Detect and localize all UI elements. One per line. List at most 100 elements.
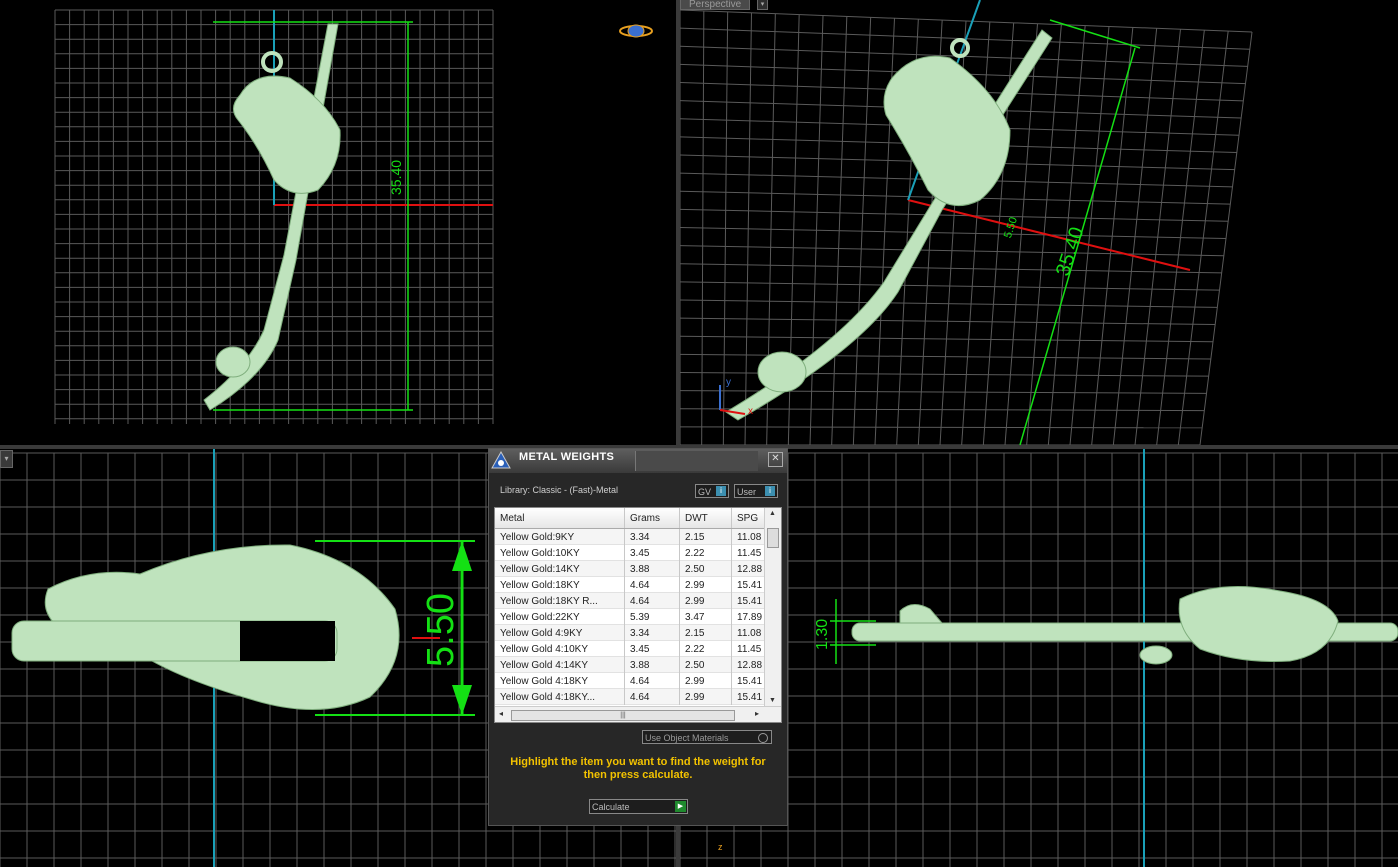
glove <box>1178 586 1339 662</box>
table-body: Yellow Gold:9KY 3.34 2.15 11.08 Yellow Gold:… <box>495 529 772 705</box>
table-cell: 2.15 <box>680 529 732 545</box>
scroll-right-icon[interactable]: ▸ <box>755 709 759 718</box>
viewport-tab-perspective[interactable]: Perspective <box>680 0 751 10</box>
occluded-region <box>240 621 335 661</box>
user-toggle[interactable]: User i <box>734 484 778 498</box>
table-cell: Yellow Gold 4:14KY <box>495 657 625 673</box>
title-tab-filler <box>635 451 758 471</box>
table-cell: Yellow Gold:14KY <box>495 561 625 577</box>
axis-label-z: z <box>718 842 723 852</box>
scroll-down-icon[interactable]: ▼ <box>769 697 776 704</box>
close-icon[interactable]: ✕ <box>768 452 783 467</box>
table-cell: 2.22 <box>680 545 732 561</box>
table-cell: 5.39 <box>625 609 680 625</box>
table-row[interactable]: Yellow Gold 4:9KY 3.34 2.15 11.08 <box>495 625 772 641</box>
dialog-title-bar[interactable]: METAL WEIGHTS ✕ <box>489 449 787 473</box>
radio-icon <box>758 733 768 743</box>
puck <box>215 346 251 378</box>
table-cell: Yellow Gold:18KY <box>495 577 625 593</box>
front-view-canvas <box>54 9 494 424</box>
table-row[interactable]: Yellow Gold:22KY 5.39 3.47 17.89 <box>495 609 772 625</box>
table-cell: Yellow Gold:9KY <box>495 529 625 545</box>
table-cell: Yellow Gold 4:10KY <box>495 641 625 657</box>
gv-label: GV <box>698 487 712 497</box>
column-header-metal[interactable]: Metal <box>495 508 625 528</box>
scroll-thumb[interactable] <box>767 528 779 548</box>
use-object-materials-toggle[interactable]: Use Object Materials <box>642 730 772 744</box>
info-icon: i <box>765 486 775 496</box>
calculate-button[interactable]: Calculate ▶ <box>589 799 688 814</box>
play-icon: ▶ <box>675 801 686 812</box>
glove <box>883 55 1011 207</box>
table-row[interactable]: Yellow Gold 4:18KY 4.64 2.99 15.41 <box>495 673 772 689</box>
table-cell: Yellow Gold:10KY <box>495 545 625 561</box>
dimension-label-thickness: 1.30 <box>814 618 831 650</box>
glove-thumb <box>1139 645 1173 665</box>
gv-toggle[interactable]: GV i <box>695 484 729 498</box>
library-label: Library: Classic - (Fast)-Metal <box>500 485 619 495</box>
table-cell: 3.47 <box>680 609 732 625</box>
table-row[interactable]: Yellow Gold:18KY 4.64 2.99 15.41 <box>495 577 772 593</box>
table-cell: 3.34 <box>625 625 680 641</box>
table-cell: 3.34 <box>625 529 680 545</box>
table-cell: 2.15 <box>680 625 732 641</box>
instruction-text: Highlight the item you want to find the … <box>510 756 766 781</box>
table-cell: 2.99 <box>680 673 732 689</box>
axis-label-x: x <box>748 406 753 417</box>
dialog-title: METAL WEIGHTS <box>519 451 615 463</box>
puck <box>757 351 807 393</box>
table-row[interactable]: Yellow Gold 4:14KY 3.88 2.50 12.88 <box>495 657 772 673</box>
table-cell: Yellow Gold 4:18KY... <box>495 689 625 705</box>
table-cell: 4.64 <box>625 593 680 609</box>
render-mode-icon[interactable] <box>618 22 654 40</box>
table-row[interactable]: Yellow Gold 4:18KY... 4.64 2.99 15.41 <box>495 689 772 705</box>
table-row[interactable]: Yellow Gold:9KY 3.34 2.15 11.08 <box>495 529 772 545</box>
scroll-left-icon[interactable]: ◂ <box>499 709 503 718</box>
table-cell: 3.45 <box>625 641 680 657</box>
table-header: Metal Grams DWT SPG <box>495 508 772 529</box>
use-object-materials-label: Use Object Materials <box>645 733 729 743</box>
table-cell: Yellow Gold 4:18KY <box>495 673 625 689</box>
viewport-top-front[interactable]: 35.40 <box>0 0 676 445</box>
column-header-grams[interactable]: Grams <box>625 508 680 528</box>
info-icon: i <box>716 486 726 496</box>
table-cell: 4.64 <box>625 673 680 689</box>
table-cell: 2.50 <box>680 561 732 577</box>
table-cell: 3.45 <box>625 545 680 561</box>
viewport-perspective[interactable]: 35.40 5.50 y x <box>680 0 1398 445</box>
viewport-menu-arrow-icon[interactable]: ▾ <box>0 450 13 468</box>
metal-weights-dialog[interactable]: METAL WEIGHTS ✕ Library: Classic - (Fast… <box>488 448 788 826</box>
table-cell: 2.50 <box>680 657 732 673</box>
table-row[interactable]: Yellow Gold:18KY R... 4.64 2.99 15.41 <box>495 593 772 609</box>
table-cell: 4.64 <box>625 577 680 593</box>
dimension-label-width: 5.50 <box>420 593 462 667</box>
scroll-thumb-horizontal[interactable]: ||| <box>511 710 735 721</box>
app-logo-icon <box>491 450 511 471</box>
scroll-up-icon[interactable]: ▲ <box>769 510 776 517</box>
dimension-arrow <box>452 541 472 571</box>
table-row[interactable]: Yellow Gold 4:10KY 3.45 2.22 11.45 <box>495 641 772 657</box>
table-cell: 2.99 <box>680 593 732 609</box>
table-cell: 3.88 <box>625 657 680 673</box>
horizontal-scrollbar[interactable]: ◂ ||| ▸ <box>495 706 781 722</box>
table-cell: 2.99 <box>680 577 732 593</box>
dimension-arrow <box>452 685 472 715</box>
dimension-label-height: 35.40 <box>388 159 404 195</box>
viewport-menu-arrow-icon[interactable]: ▾ <box>757 0 768 10</box>
metal-weights-table[interactable]: Metal Grams DWT SPG Yellow Gold:9KY 3.34 2… <box>494 507 782 723</box>
perspective-view-canvas <box>680 0 1253 445</box>
table-cell: 4.64 <box>625 689 680 705</box>
vertical-scrollbar[interactable]: ▲ ▼ <box>764 508 781 706</box>
axis-label-y: y <box>726 377 731 388</box>
table-cell: 2.22 <box>680 641 732 657</box>
table-cell: 2.99 <box>680 689 732 705</box>
column-header-dwt[interactable]: DWT <box>680 508 732 528</box>
table-row[interactable]: Yellow Gold:14KY 3.88 2.50 12.88 <box>495 561 772 577</box>
x-axis-line <box>907 199 1191 271</box>
table-cell: 3.88 <box>625 561 680 577</box>
table-cell: Yellow Gold 4:9KY <box>495 625 625 641</box>
user-label: User <box>737 487 757 497</box>
table-cell: Yellow Gold:22KY <box>495 609 625 625</box>
table-row[interactable]: Yellow Gold:10KY 3.45 2.22 11.45 <box>495 545 772 561</box>
table-cell: Yellow Gold:18KY R... <box>495 593 625 609</box>
